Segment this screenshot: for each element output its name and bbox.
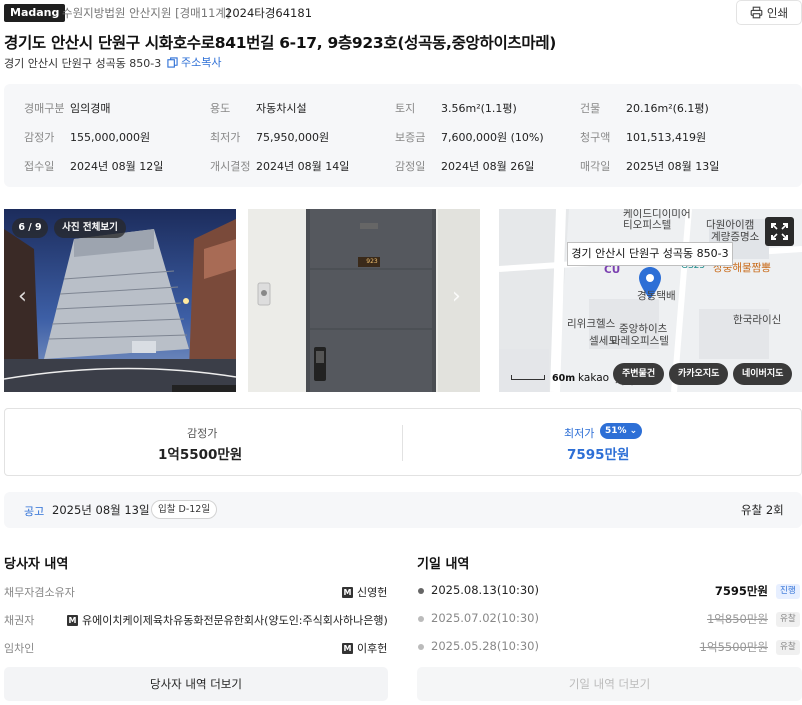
kakao-logo: kakao (578, 372, 610, 384)
info-value: 2024년 08월 12일 (70, 160, 164, 173)
info-key: 매각일 (580, 160, 611, 173)
top-bar: Madang 수원지방법원 안산지원 [경매11계] 2024타경64181 인… (0, 0, 802, 28)
history-date: 2025.07.02(10:30) (431, 611, 539, 625)
history-price: 1억850만원 (706, 612, 768, 626)
photo-prev-arrow-icon[interactable]: ‹ (18, 284, 27, 309)
info-value: 20.16m²(6.1평) (626, 102, 709, 115)
price-divider (402, 425, 403, 461)
door-sign: 923 (366, 258, 378, 265)
info-key: 최저가 (210, 131, 241, 144)
parties-more-button[interactable]: 당사자 내역 더보기 (4, 667, 388, 701)
party-name: M 신영헌 (342, 584, 387, 600)
info-value: 2024년 08월 14일 (256, 160, 350, 173)
info-key: 보증금 (395, 131, 426, 144)
property-title: 경기도 안산시 단원구 시화호수로841번길 6-17, 9층923호(성곡동,… (4, 34, 557, 52)
property-photo-door[interactable]: 923 › (248, 209, 480, 392)
property-photo-exterior[interactable]: 6 / 9 사진 전체보기 ‹ (4, 209, 236, 392)
info-key: 개시결정 (210, 160, 251, 173)
info-value: 임의경매 (70, 102, 111, 115)
history-title: 기일 내역 (417, 557, 470, 572)
notice-label: 공고 (24, 505, 45, 518)
copy-address-button[interactable]: 주소복사 (167, 54, 221, 70)
info-key: 감정일 (395, 160, 426, 173)
photo-counter-badge: 6 / 9 (12, 218, 48, 238)
party-name-text: 유에이치케이제육차유동화전문유한회사(양도인:주식회사하나은행) (82, 614, 388, 627)
print-button[interactable]: 인쇄 (736, 0, 802, 25)
info-value: 75,950,000원 (256, 131, 330, 144)
history-date: 2025.05.28(10:30) (431, 639, 539, 653)
bid-dday-badge: 입찰 D-12일 (151, 500, 218, 519)
info-key: 접수일 (24, 160, 55, 173)
info-key: 용도 (210, 102, 231, 115)
parties-title: 당사자 내역 (4, 557, 69, 572)
fail-count: 유찰 2회 (741, 503, 784, 517)
info-value: 3.56m²(1.1평) (441, 102, 517, 115)
m-icon: M (342, 642, 353, 654)
map-nearby-button[interactable]: 주변물건 (613, 363, 665, 385)
party-name-text: 이후헌 (357, 642, 388, 655)
appraisal-label: 감정가 (187, 427, 218, 440)
map-scale-label: 60m (552, 373, 576, 384)
info-value: 7,600,000원 (10%) (441, 131, 544, 144)
map-naver-button[interactable]: 네이버지도 (733, 363, 793, 385)
info-key: 건물 (580, 102, 601, 115)
history-status-tag: 유찰 (776, 640, 800, 655)
history-status-tag: 유찰 (776, 612, 800, 627)
photo-next-arrow-icon[interactable]: › (452, 284, 461, 309)
party-role: 채무자겸소유자 (4, 586, 75, 599)
printer-icon (750, 6, 763, 19)
history-dot (418, 588, 424, 594)
min-price-value: 7595만원 (567, 447, 630, 463)
map-scale-bar (511, 375, 545, 380)
party-name: M 유에이치케이제육차유동화전문유한회사(양도인:주식회사하나은행) (67, 612, 388, 628)
history-more-button[interactable]: 기일 내역 더보기 (417, 667, 802, 701)
min-price-label: 최저가 (564, 427, 595, 440)
info-value: 자동차시설 (256, 102, 307, 115)
map-kakao-button[interactable]: 카카오지도 (669, 363, 729, 385)
case-number: 2024타경64181 (225, 6, 313, 20)
lot-address: 경기 안산시 단원구 성곡동 850-3 (4, 57, 162, 70)
history-price: 1억5500만원 (699, 640, 768, 654)
map-poi-label: 티오피스텔 (623, 219, 672, 231)
copy-icon (167, 56, 178, 68)
min-rate-badge: 51% ⌄ (600, 423, 643, 439)
history-dot (418, 616, 424, 622)
history-dot (418, 644, 424, 650)
brand-logo: Madang (4, 4, 66, 22)
print-label: 인쇄 (766, 5, 789, 20)
party-role: 임차인 (4, 642, 35, 655)
map-poi-label: 셀세모 (589, 335, 618, 347)
info-value: 2025년 08월 13일 (626, 160, 720, 173)
history-price: 7595만원 (714, 584, 768, 598)
court-name: 수원지방법원 안산지원 [경매11계] (62, 6, 231, 20)
history-status-tag: 진행 (776, 584, 800, 599)
map-poi-label: 경동택배 (637, 290, 676, 302)
info-key: 토지 (395, 102, 416, 115)
copy-address-label: 주소복사 (181, 56, 222, 69)
expand-icon (771, 223, 788, 240)
party-name: M 이후헌 (342, 640, 387, 656)
map-poi-label: 마레오피스텔 (611, 335, 669, 347)
appraisal-value: 1억5500만원 (158, 447, 243, 463)
map-expand-button[interactable] (765, 217, 794, 246)
info-value: 155,000,000원 (70, 131, 151, 144)
door-photo-image (248, 209, 480, 392)
party-name-text: 신영헌 (357, 586, 388, 599)
info-key: 경매구분 (24, 102, 65, 115)
m-icon: M (342, 586, 353, 598)
map-poi-label: 리위크헬스 (567, 318, 616, 330)
info-value: 101,513,419원 (626, 131, 707, 144)
party-role: 채권자 (4, 614, 35, 627)
notice-date: 2025년 08월 13일 (52, 503, 150, 517)
history-date: 2025.08.13(10:30) (431, 583, 539, 597)
map-address-tooltip: 경기 안산시 단원구 성곡동 850-3 (567, 242, 733, 266)
min-rate-value: 51% (605, 426, 627, 436)
view-all-photos-button[interactable]: 사진 전체보기 (54, 218, 126, 238)
info-key: 청구액 (580, 131, 611, 144)
map-poi-label: 한국라이신 (733, 314, 782, 326)
price-summary-box (4, 408, 802, 476)
m-icon: M (67, 614, 78, 626)
info-value: 2024년 08월 26일 (441, 160, 535, 173)
info-key: 감정가 (24, 131, 55, 144)
